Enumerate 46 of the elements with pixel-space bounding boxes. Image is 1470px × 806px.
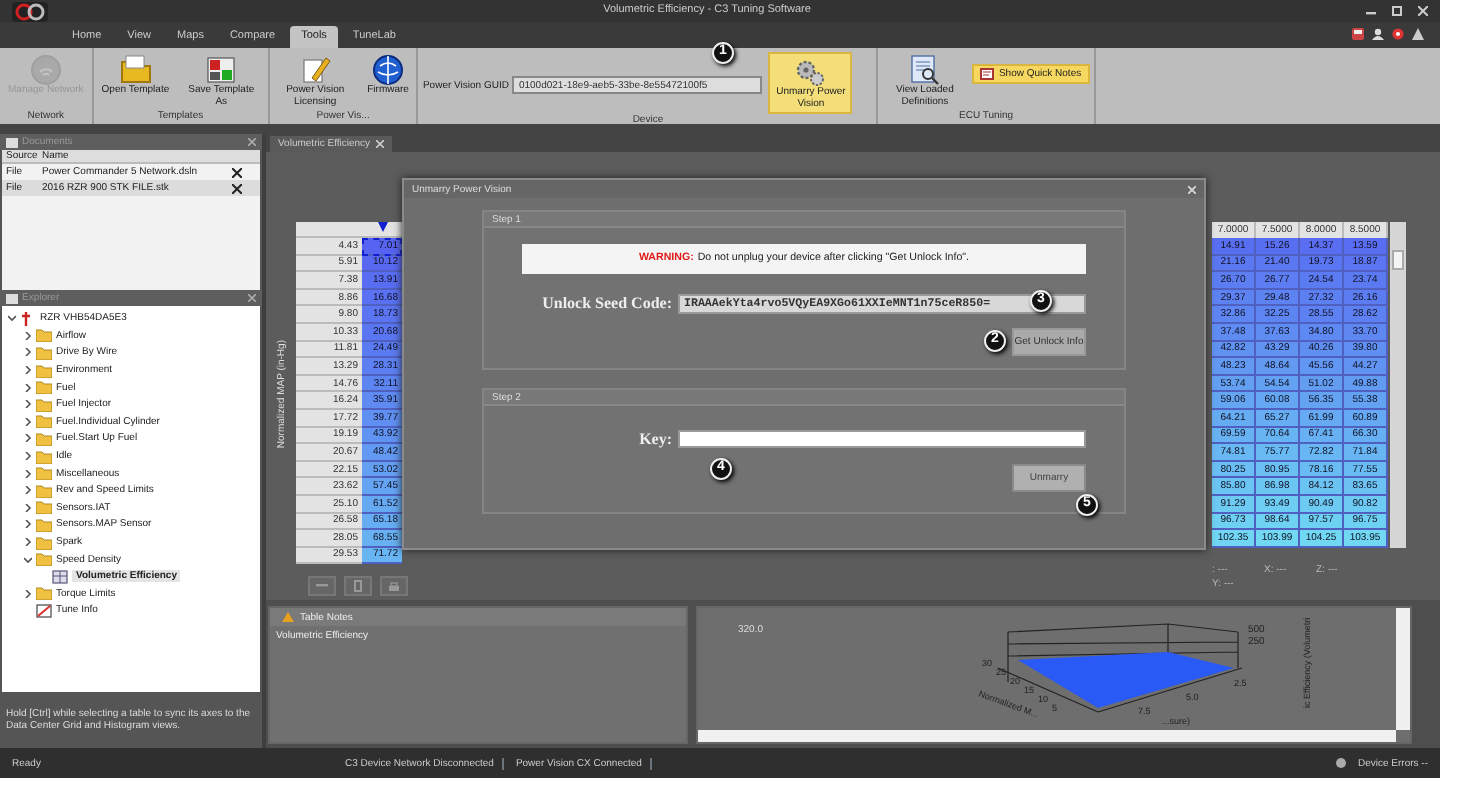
close-icon[interactable]	[232, 167, 242, 177]
chevron-right-icon[interactable]	[24, 452, 32, 461]
warning-icon	[282, 612, 294, 622]
table-icon	[52, 569, 68, 584]
chevron-right-icon[interactable]	[24, 520, 32, 529]
chevron-right-icon[interactable]	[24, 331, 32, 340]
grid-icon	[205, 54, 238, 86]
chevron-down-icon[interactable]	[8, 314, 16, 323]
chevron-right-icon[interactable]	[24, 503, 32, 512]
globe-icon	[372, 54, 405, 86]
scrollbar[interactable]	[698, 730, 1396, 742]
field-label: Key:	[637, 430, 674, 450]
maximize-icon[interactable]	[1392, 6, 1402, 16]
pencil-icon	[299, 54, 332, 86]
error-icon	[1335, 758, 1346, 768]
chevron-right-icon[interactable]	[24, 400, 32, 409]
printer-icon	[388, 581, 400, 592]
minimize-icon[interactable]	[1366, 6, 1376, 16]
minus-icon	[316, 584, 328, 589]
gears-icon	[794, 56, 827, 88]
field-label: Unlock Seed Code:	[540, 294, 674, 314]
document-icon	[908, 54, 941, 86]
chevron-down-icon[interactable]	[24, 555, 32, 564]
panel-icon	[6, 293, 18, 303]
chevron-right-icon[interactable]	[24, 538, 32, 547]
folder-icon	[36, 586, 52, 601]
chevron-right-icon[interactable]	[24, 366, 32, 375]
close-icon[interactable]	[232, 183, 242, 193]
warning-icon[interactable]	[1412, 28, 1424, 40]
chevron-right-icon[interactable]	[24, 486, 32, 495]
document-icon	[354, 580, 362, 593]
chevron-right-icon[interactable]	[24, 417, 32, 426]
scrollbar[interactable]	[1390, 222, 1406, 548]
chevron-right-icon[interactable]	[24, 383, 32, 392]
chevron-right-icon[interactable]	[24, 469, 32, 478]
cursor-arrow-icon	[377, 222, 387, 232]
chevron-right-icon[interactable]	[24, 434, 32, 443]
folder-icon	[119, 54, 152, 86]
scrollbar[interactable]	[1396, 608, 1410, 730]
note-icon	[980, 68, 995, 80]
chevron-right-icon[interactable]	[24, 589, 32, 598]
key-field[interactable]	[678, 430, 1086, 449]
chevron-right-icon[interactable]	[24, 348, 32, 357]
logo-icon	[12, 1, 48, 21]
person-icon[interactable]	[1372, 28, 1384, 40]
wireless-icon	[29, 54, 62, 86]
